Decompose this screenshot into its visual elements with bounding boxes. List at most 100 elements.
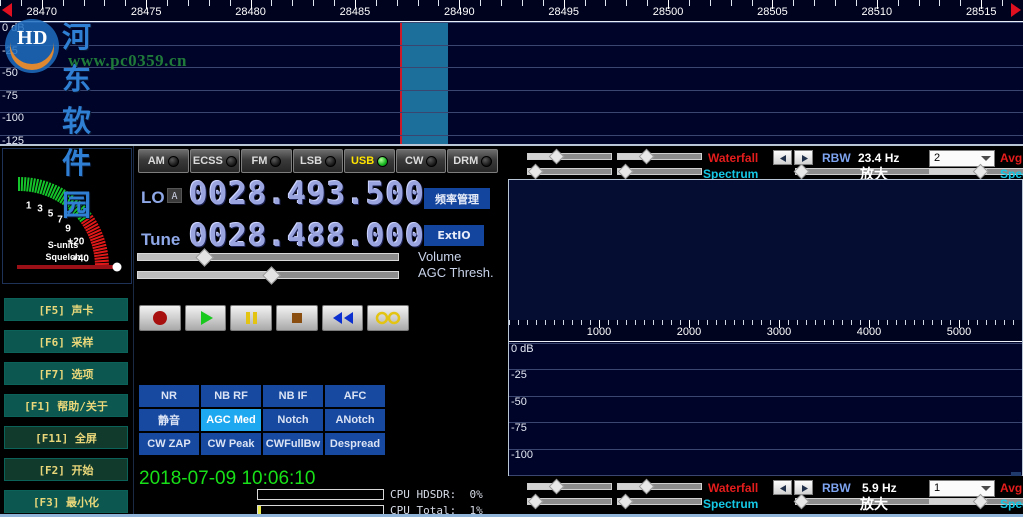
lo-antenna-indicator[interactable]: A	[167, 188, 182, 203]
mode-button-am[interactable]: AM	[138, 149, 189, 173]
scroll-left-arrow-icon[interactable]	[2, 3, 12, 17]
audio-ruler-tick	[536, 320, 537, 325]
dsp-button[interactable]: NB RF	[201, 385, 261, 407]
function-key-button[interactable]: [F2] 开始	[4, 458, 128, 481]
function-key-button[interactable]: [F3] 最小化	[4, 490, 128, 513]
rf-ruler-tick	[939, 0, 941, 6]
audio-ruler-tick	[617, 320, 618, 325]
waterfall-brightness-slider-top[interactable]	[617, 148, 702, 165]
mode-button-cw[interactable]: CW	[395, 149, 447, 173]
rf-ruler-tick	[104, 0, 106, 6]
rbw-increase-button-top[interactable]	[794, 150, 813, 165]
function-key-button[interactable]: [F11] 全屏	[4, 426, 128, 449]
agc-threshold-slider[interactable]	[137, 266, 399, 285]
rf-ruler-tick	[521, 0, 523, 6]
dsp-button[interactable]: AFC	[325, 385, 385, 407]
s-meter-tick	[28, 177, 33, 192]
dsp-button[interactable]: NR	[139, 385, 199, 407]
audio-ruler-tick	[986, 320, 987, 325]
scroll-right-arrow-icon[interactable]	[1011, 3, 1021, 17]
volume-slider[interactable]	[137, 248, 399, 267]
spectrum-contrast-slider-bottom[interactable]	[527, 493, 612, 510]
avg-value-top: 2	[934, 152, 941, 164]
audio-waterfall-area[interactable]	[509, 180, 1022, 320]
rbw-increase-button-bottom[interactable]	[794, 480, 813, 495]
s-meter-scale-label: 9	[65, 223, 71, 235]
audio-frequency-ruler[interactable]: 1000 2000 3000 4000 5000	[509, 320, 1022, 342]
rf-spectrum-panel[interactable]: 28470 28475 28480 28485 28490 28495 28500 28505…	[0, 0, 1023, 146]
dsp-button[interactable]: CWFullBw	[263, 433, 323, 455]
rbw-spinner-top[interactable]	[773, 150, 813, 165]
rf-ruler-tick	[626, 0, 628, 6]
avg-select-top[interactable]: 2	[929, 150, 995, 167]
audio-ruler-tick	[554, 320, 555, 325]
rf-ruler-label: 28510	[861, 6, 893, 18]
frequency-manager-button[interactable]: 频率管理	[424, 188, 490, 209]
spectrum-label-bottom[interactable]: Spectrum	[703, 497, 758, 511]
lower-area: 1 3 5 7 9 +20 +40 S-units Squelch [F5] 声卡 [F6] …	[0, 146, 1023, 517]
rf-ruler-tick	[793, 0, 795, 6]
record-button[interactable]	[139, 305, 181, 331]
mode-button-ecss[interactable]: ECSS	[189, 149, 241, 173]
audio-ruler-tick	[770, 320, 771, 325]
dsp-button[interactable]: CW Peak	[201, 433, 261, 455]
waterfall-label-bottom[interactable]: Waterfall	[708, 481, 758, 495]
dsp-button[interactable]: NB IF	[263, 385, 323, 407]
mode-button-fm[interactable]: FM	[241, 149, 292, 173]
spectrum-brightness-slider-top[interactable]	[617, 163, 702, 180]
link-button[interactable]	[367, 305, 410, 331]
audio-spectrum-plot[interactable]: 0 dB-25-50-75-100-125	[509, 343, 1022, 484]
waterfall-contrast-slider-bottom[interactable]	[527, 478, 612, 495]
rf-ruler-label: 28500	[652, 6, 684, 18]
function-key-button[interactable]: [F5] 声卡	[4, 298, 128, 321]
function-key-label: [F2] 开始	[38, 463, 94, 477]
dsp-button[interactable]: Notch	[263, 409, 323, 431]
s-meter-caption-units: S-units	[47, 240, 79, 250]
dsp-button[interactable]: ANotch	[325, 409, 385, 431]
audio-ruler-tick	[923, 320, 924, 325]
mode-button-label: CW	[405, 155, 424, 167]
s-meter[interactable]: 1 3 5 7 9 +20 +40 S-units Squelch	[2, 148, 132, 284]
dsp-button[interactable]: CW ZAP	[139, 433, 199, 455]
audio-ruler-tick	[680, 320, 681, 325]
rewind-button[interactable]	[321, 305, 364, 331]
function-key-button[interactable]: [F1] 帮助/关于	[4, 394, 128, 417]
rf-passband-highlight	[401, 22, 448, 144]
play-button[interactable]	[184, 305, 227, 331]
pause-button[interactable]	[230, 305, 273, 331]
function-key-label: [F1] 帮助/关于	[24, 399, 108, 413]
transport-button-bar	[139, 305, 410, 331]
tune-frequency-value[interactable]: 0028.488.000	[189, 218, 425, 254]
function-key-button[interactable]: [F6] 采样	[4, 330, 128, 353]
audio-spectrum-panel[interactable]: 10002000300040005000 0 dB-25-50-75-100-1…	[508, 179, 1023, 485]
avg-select-bottom[interactable]: 1	[929, 480, 995, 497]
audio-ruler-label: 5000	[946, 326, 972, 338]
dsp-button[interactable]: 静音	[139, 409, 199, 431]
dsp-button[interactable]: Despread	[325, 433, 385, 455]
function-key-label: [F11] 全屏	[35, 431, 97, 445]
waterfall-brightness-slider-bottom[interactable]	[617, 478, 702, 495]
waterfall-label-top[interactable]: Waterfall	[708, 151, 758, 165]
extio-button[interactable]: ExtIO	[424, 225, 484, 246]
lo-frequency-value[interactable]: 0028.493.500	[189, 176, 425, 212]
rf-spectrum-plot[interactable]: 0 dB -25 -50 -75 -100 -125	[0, 22, 1023, 144]
mode-button-lsb[interactable]: LSB	[292, 149, 344, 173]
rbw-decrease-button-top[interactable]	[773, 150, 792, 165]
audio-ruler-tick	[581, 320, 582, 325]
dsp-button[interactable]: AGC Med	[201, 409, 261, 431]
rf-frequency-ruler[interactable]: 28470 28475 28480 28485 28490 28495 28500 28505…	[0, 0, 1023, 22]
mode-button-drm[interactable]: DRM	[447, 149, 499, 173]
spectrum-contrast-slider-top[interactable]	[527, 163, 612, 180]
rbw-decrease-button-bottom[interactable]	[773, 480, 792, 495]
agc-threshold-slider-thumb[interactable]	[262, 266, 282, 285]
rbw-spinner-bottom[interactable]	[773, 480, 813, 495]
function-key-button[interactable]: [F7] 选项	[4, 362, 128, 385]
stop-button[interactable]	[276, 305, 318, 331]
waterfall-contrast-slider-top[interactable]	[527, 148, 612, 165]
mode-button-label: LSB	[300, 155, 323, 167]
spectrum-brightness-slider-bottom[interactable]	[617, 493, 702, 510]
mode-button-usb[interactable]: USB	[344, 149, 395, 173]
dsp-button-label: AFC	[343, 390, 367, 402]
s-meter-scale-label: 7	[57, 214, 63, 226]
rf-tune-marker[interactable]	[400, 22, 402, 144]
